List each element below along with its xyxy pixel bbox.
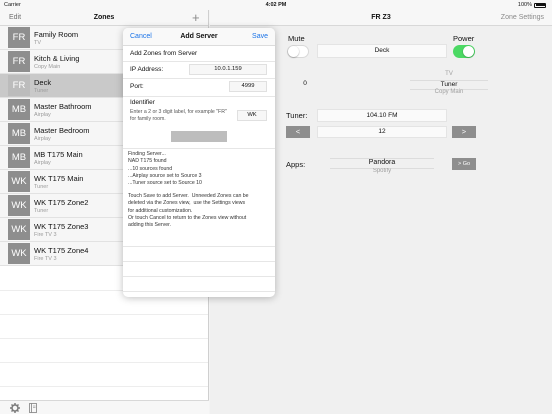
zone-source: Fire TV 3 xyxy=(34,255,57,262)
apps-label: Apps: xyxy=(286,160,306,169)
status-time: 4:02 PM xyxy=(265,2,287,8)
gear-icon[interactable] xyxy=(10,403,20,413)
zone-badge: WK xyxy=(8,171,30,192)
tuner-preset-field[interactable]: 12 xyxy=(317,126,447,138)
zone-text: Kitch & Living Copy Main xyxy=(34,54,79,70)
list-separator xyxy=(0,315,208,339)
book-icon[interactable] xyxy=(29,403,37,413)
separator xyxy=(123,61,275,62)
zone-source: Airplay xyxy=(34,135,51,142)
separator xyxy=(123,96,275,97)
zone-source: Airplay xyxy=(34,159,51,166)
separator xyxy=(123,78,275,79)
identifier-help-text: Enter a 2 or 3 digit label, for example … xyxy=(130,109,227,123)
mute-label: Mute xyxy=(288,34,305,43)
zone-source: TV xyxy=(34,39,42,46)
zone-text: MB T175 Main Airplay xyxy=(34,150,83,166)
tuner-frequency-field[interactable]: 104.10 FM xyxy=(317,109,447,122)
ip-address-field[interactable]: 10.0.1.159 xyxy=(189,64,267,75)
zone-text: WK T175 Zone2 Tuner xyxy=(34,198,88,214)
zone-name: Master Bathroom xyxy=(34,101,92,111)
ip-address-label: IP Address: xyxy=(130,66,164,73)
zones-nav-bar: Edit Zones + xyxy=(0,10,208,26)
separator xyxy=(123,276,275,277)
zone-name-field[interactable]: Deck xyxy=(317,44,447,58)
tuner-next-button[interactable]: > xyxy=(452,126,476,138)
zone-badge: MB xyxy=(8,123,30,144)
zone-badge: FR xyxy=(8,27,30,48)
zone-text: WK T175 Main Tuner xyxy=(34,174,83,190)
zone-badge: FR xyxy=(8,51,30,72)
zone-name: MB T175 Main xyxy=(34,149,83,159)
zone-name: WK T175 Main xyxy=(34,173,84,183)
battery-indicator: 100% xyxy=(518,2,546,8)
zone-source: Tuner xyxy=(34,183,49,190)
source-option-above[interactable]: TV xyxy=(410,71,488,77)
zone-name: Master Bedroom xyxy=(34,125,90,135)
battery-icon xyxy=(534,2,546,8)
zone-badge: WK xyxy=(8,195,30,216)
add-zone-button[interactable]: + xyxy=(192,10,200,25)
separator xyxy=(123,261,275,262)
battery-percent: 100% xyxy=(517,2,532,8)
mute-toggle[interactable] xyxy=(287,45,309,58)
apps-option-below[interactable]: Spotify xyxy=(330,168,434,174)
zone-name: WK T175 Zone3 xyxy=(34,221,89,231)
zone-name: Kitch & Living xyxy=(34,53,80,63)
instructions-text: Touch Save to add Server. Unneeded Zones… xyxy=(128,193,249,229)
section-title: Add Zones from Server xyxy=(130,50,198,57)
zone-text: Master Bedroom Airplay xyxy=(34,126,89,142)
add-server-popover: Cancel Add Server Save Add Zones from Se… xyxy=(123,28,275,297)
popover-nav-bar: Cancel Add Server Save xyxy=(123,28,275,46)
tuner-prev-button[interactable]: < xyxy=(286,126,310,138)
zone-source: Tuner xyxy=(34,87,49,94)
volume-value[interactable]: 0 xyxy=(290,80,320,87)
port-field[interactable]: 4999 xyxy=(229,81,267,92)
separator xyxy=(123,148,275,149)
zone-name: WK T175 Zone4 xyxy=(34,245,89,255)
identifier-field[interactable]: WK xyxy=(237,110,267,121)
zone-name: Family Room xyxy=(34,29,79,39)
zone-source: Copy Main xyxy=(34,63,61,70)
power-toggle[interactable] xyxy=(453,45,475,58)
zone-source: Fire TV 3 xyxy=(34,231,57,238)
status-bar: Carrier 4:02 PM 100% xyxy=(0,0,552,10)
zone-text: WK T175 Zone3 Fire TV 3 xyxy=(34,222,88,238)
zone-detail-nav-bar: FR Z3 Zone Settings xyxy=(210,10,552,26)
find-server-button[interactable] xyxy=(171,131,227,142)
power-label: Power xyxy=(453,34,475,43)
separator xyxy=(123,246,275,247)
zones-toolbar xyxy=(0,400,209,414)
identifier-label: Identifier xyxy=(130,99,155,106)
zone-text: Master Bathroom Airplay xyxy=(34,102,92,118)
zone-badge: WK xyxy=(8,219,30,240)
zone-badge: MB xyxy=(8,147,30,168)
zone-badge: FR xyxy=(8,75,30,96)
list-separator xyxy=(0,339,208,363)
zone-source: Airplay xyxy=(34,111,51,118)
separator xyxy=(123,291,275,292)
zone-text: WK T175 Zone4 Fire TV 3 xyxy=(34,246,88,262)
zone-name: WK T175 Zone2 xyxy=(34,197,89,207)
zone-text: Family Room TV xyxy=(34,30,78,46)
port-label: Port: xyxy=(130,83,144,90)
source-option-below[interactable]: Copy Main xyxy=(410,89,488,95)
apps-go-button[interactable]: > Go xyxy=(452,158,476,170)
zone-source: Tuner xyxy=(34,207,49,214)
zone-text: Deck Tuner xyxy=(34,78,51,94)
tuner-label: Tuner: xyxy=(286,111,308,120)
zone-name: Deck xyxy=(34,77,52,87)
list-separator xyxy=(0,363,208,387)
save-button[interactable]: Save xyxy=(252,33,268,40)
zones-title: Zones xyxy=(93,14,115,21)
server-log: Finding Server... NAD T175 found ...10 s… xyxy=(128,151,202,187)
zone-badge: WK xyxy=(8,243,30,264)
zone-settings-button[interactable]: Zone Settings xyxy=(501,14,544,21)
zone-badge: MB xyxy=(8,99,30,120)
